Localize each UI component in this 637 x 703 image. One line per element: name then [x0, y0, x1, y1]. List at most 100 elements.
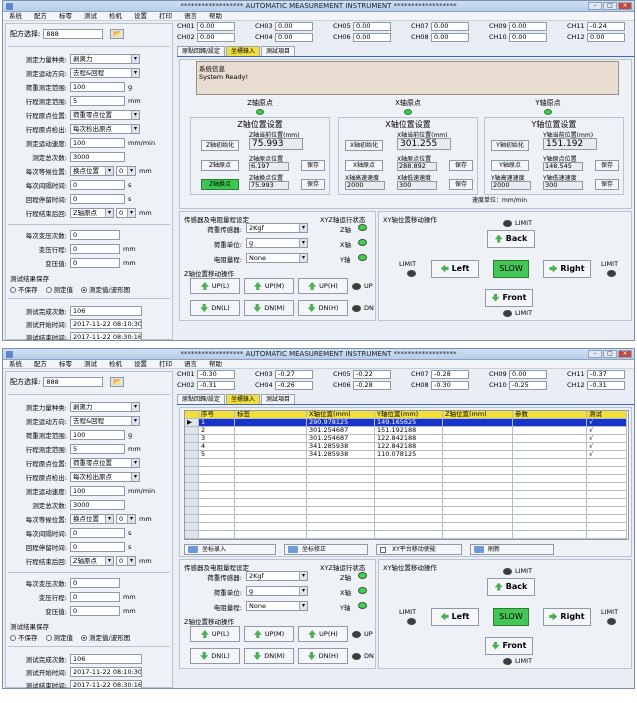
- z-down-mid-button[interactable]: DN(M): [244, 300, 294, 316]
- z-up-mid-button[interactable]: UP(M): [244, 626, 294, 642]
- vary-value-input[interactable]: 0: [70, 605, 120, 616]
- origin-detect-select[interactable]: 每次检出原点: [70, 123, 140, 134]
- menu-settings[interactable]: 设置: [128, 360, 153, 368]
- y-origin-button[interactable]: Y轴原点: [491, 160, 529, 171]
- tab-coordinate-entry[interactable]: 坐標錄入: [226, 46, 261, 56]
- x-init-button[interactable]: X轴初始化: [345, 140, 383, 151]
- z-down-high-button[interactable]: DN(H): [298, 648, 348, 664]
- left-button[interactable]: Left: [431, 608, 479, 626]
- menu-zero[interactable]: 标零: [53, 12, 78, 20]
- menu-help[interactable]: 帮助: [203, 360, 228, 368]
- tab-coordinate-entry[interactable]: 坐標錄入: [226, 394, 261, 404]
- z-down-high-button[interactable]: DN(H): [298, 300, 348, 316]
- vary-value-input[interactable]: 0: [70, 257, 120, 268]
- direction-select[interactable]: 去程&回程: [70, 67, 140, 78]
- stroke-range-input[interactable]: 5: [70, 443, 125, 454]
- z-lower-save-button[interactable]: 保存: [301, 179, 325, 190]
- tab-origin-setup[interactable]: 原點回歸/設定: [177, 394, 226, 404]
- force-type-select[interactable]: 剥离力: [70, 53, 140, 64]
- load-range-input[interactable]: 100: [70, 429, 125, 440]
- table-row[interactable]: 4 341.285938 122.842188 √: [185, 443, 627, 451]
- wait-offset-select[interactable]: 0: [116, 165, 136, 176]
- table-row[interactable]: 2 301.254687 151.192188 √: [185, 427, 627, 435]
- resistance-range-select[interactable]: None: [246, 601, 308, 611]
- maximize-button[interactable]: □: [603, 350, 617, 358]
- menu-help[interactable]: 帮助: [203, 12, 228, 20]
- table-row[interactable]: 5 341.285938 110.078125 √: [185, 451, 627, 459]
- z-up-mid-button[interactable]: UP(M): [244, 278, 294, 294]
- return-offset-select[interactable]: 0: [116, 207, 136, 218]
- z-init-button[interactable]: Z轴初始化: [201, 140, 239, 151]
- recipe-input[interactable]: 888: [43, 29, 104, 39]
- wait-position-select[interactable]: 换点位置: [70, 513, 114, 524]
- right-button[interactable]: Right: [543, 260, 591, 278]
- minimize-button[interactable]: –: [588, 350, 602, 358]
- z-up-high-button[interactable]: UP(H): [298, 278, 348, 294]
- x-origin-save-button[interactable]: 保存: [449, 160, 473, 171]
- load-unit-select[interactable]: g: [246, 586, 308, 596]
- maximize-button[interactable]: □: [603, 2, 617, 10]
- menu-recipe[interactable]: 配方: [28, 12, 53, 20]
- coordinate-entry-button[interactable]: 坐标录入: [184, 544, 276, 555]
- z-down-mid-button[interactable]: DN(M): [244, 648, 294, 664]
- load-sensor-select[interactable]: 2Kgf: [246, 571, 308, 581]
- menu-recipe[interactable]: 配方: [28, 360, 53, 368]
- z-up-high-button[interactable]: UP(H): [298, 626, 348, 642]
- wait-position-select[interactable]: 换点位置: [70, 165, 114, 176]
- stroke-origin-select[interactable]: 荷重零点位置: [70, 457, 140, 468]
- vary-stroke-input[interactable]: 0: [70, 591, 120, 602]
- back-button[interactable]: Back: [487, 230, 535, 248]
- resistance-range-select[interactable]: None: [246, 253, 308, 263]
- menu-system[interactable]: 系统: [3, 360, 28, 368]
- menu-system[interactable]: 系统: [3, 12, 28, 20]
- radio-no-save[interactable]: 不保存: [10, 284, 38, 294]
- y-low-speed-value[interactable]: 300: [543, 181, 583, 190]
- radio-values-waveform[interactable]: 测定值/波形图: [81, 284, 130, 294]
- slow-button[interactable]: SLOW: [493, 260, 529, 278]
- load-sensor-select[interactable]: 2Kgf: [246, 223, 308, 233]
- menu-test[interactable]: 测试: [78, 12, 103, 20]
- coordinate-edit-button[interactable]: 坐标修正: [284, 544, 368, 555]
- folder-icon[interactable]: 📂: [110, 377, 125, 387]
- menu-print[interactable]: 打印: [153, 12, 178, 20]
- menu-test[interactable]: 测试: [78, 360, 103, 368]
- return-wait-input[interactable]: 0: [70, 541, 125, 552]
- xy-enable-toggle[interactable]: XY平台移动使能: [376, 544, 462, 555]
- menu-print[interactable]: 打印: [153, 360, 178, 368]
- load-unit-select[interactable]: g: [246, 238, 308, 248]
- direction-select[interactable]: 去程&回程: [70, 415, 140, 426]
- menu-check[interactable]: 检机: [103, 360, 128, 368]
- y-high-speed-value[interactable]: 2000: [491, 181, 531, 190]
- return-target-select[interactable]: Z轴原点: [70, 207, 114, 218]
- interval-input[interactable]: 0: [70, 527, 125, 538]
- vary-count-input[interactable]: 0: [70, 229, 120, 240]
- vary-stroke-input[interactable]: 0: [70, 243, 120, 254]
- total-count-input[interactable]: 3000: [70, 499, 125, 510]
- y-init-button[interactable]: Y轴初始化: [491, 140, 529, 151]
- return-wait-input[interactable]: 0: [70, 193, 125, 204]
- x-low-speed-value[interactable]: 300: [397, 181, 437, 190]
- back-button[interactable]: Back: [487, 578, 535, 596]
- z-down-low-button[interactable]: DN(L): [190, 648, 240, 664]
- close-button[interactable]: ×: [618, 2, 632, 10]
- return-offset-select[interactable]: 0: [116, 555, 136, 566]
- table-row[interactable]: ▶ 1 290.978125 149.165625 √: [185, 419, 627, 427]
- z-origin-button[interactable]: Z轴原点: [201, 160, 239, 171]
- front-button[interactable]: Front: [485, 637, 533, 655]
- interval-input[interactable]: 0: [70, 179, 125, 190]
- menu-language[interactable]: 语言: [178, 360, 203, 368]
- y-origin-save-button[interactable]: 保存: [595, 160, 619, 171]
- radio-values[interactable]: 测定值: [45, 632, 73, 642]
- folder-icon[interactable]: 📂: [110, 29, 125, 39]
- left-button[interactable]: Left: [431, 260, 479, 278]
- refresh-button[interactable]: 刷新: [470, 544, 554, 555]
- front-button[interactable]: Front: [485, 289, 533, 307]
- total-count-input[interactable]: 3000: [70, 151, 125, 162]
- tab-origin-setup[interactable]: 原點回歸/設定: [177, 46, 226, 56]
- right-button[interactable]: Right: [543, 608, 591, 626]
- x-origin-button[interactable]: X轴原点: [345, 160, 383, 171]
- minimize-button[interactable]: –: [588, 2, 602, 10]
- z-up-low-button[interactable]: UP(L): [190, 626, 240, 642]
- radio-no-save[interactable]: 不保存: [10, 632, 38, 642]
- menu-zero[interactable]: 标零: [53, 360, 78, 368]
